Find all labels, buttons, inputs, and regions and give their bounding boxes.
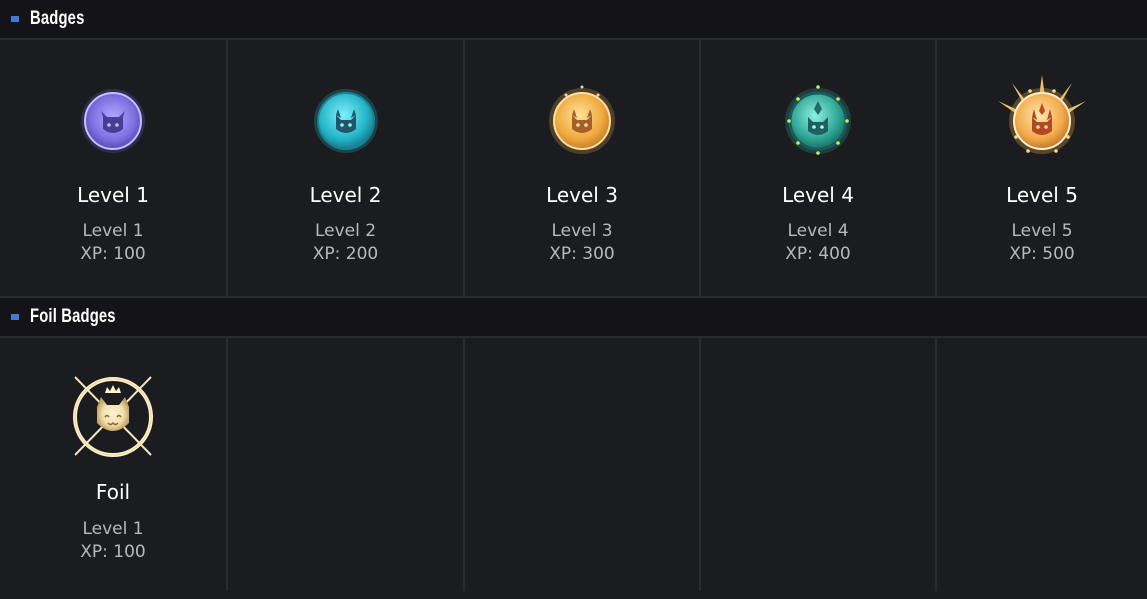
badge-details: Level 1 XP: 100 bbox=[0, 518, 226, 564]
badge-details: Level 1 XP: 100 bbox=[0, 220, 226, 266]
badge-details: Level 3 XP: 300 bbox=[465, 220, 699, 266]
badge-xp: XP: 100 bbox=[80, 542, 146, 562]
badge-card-level-5[interactable]: Level 5 Level 5 XP: 500 bbox=[937, 40, 1147, 298]
badge-card-level-4[interactable]: Level 4 Level 4 XP: 400 bbox=[701, 40, 937, 298]
badge-xp: XP: 100 bbox=[80, 244, 146, 264]
cat-badge-level-5-icon bbox=[992, 71, 1092, 171]
badge-level: Level 1 bbox=[82, 221, 144, 241]
badge-level: Level 2 bbox=[314, 221, 377, 241]
empty-badge-slot bbox=[228, 338, 465, 591]
empty-badge-slot bbox=[465, 338, 701, 591]
badge-card-level-3[interactable]: Level 3 Level 3 XP: 300 bbox=[465, 40, 701, 298]
section-title: Foil Badges bbox=[30, 306, 116, 327]
badge-level: Level 1 bbox=[82, 519, 144, 539]
badge-details: Level 2 XP: 200 bbox=[228, 220, 463, 266]
badge-name: Level 2 bbox=[309, 183, 382, 207]
empty-badge-slot bbox=[937, 338, 1147, 591]
foil-badge-grid: Foil Level 1 XP: 100 bbox=[0, 338, 1147, 591]
cat-badge-level-3-icon bbox=[532, 71, 632, 171]
badge-name: Level 4 bbox=[782, 183, 854, 207]
badge-details: Level 5 XP: 500 bbox=[937, 220, 1147, 266]
badge-card-level-1[interactable]: Level 1 Level 1 XP: 100 bbox=[0, 40, 228, 298]
badge-xp: XP: 500 bbox=[1009, 244, 1075, 264]
section-header-foil-badges: Foil Badges bbox=[0, 298, 1147, 338]
badge-grid: Level 1 Level 1 XP: 100 Level 2 Level 2 … bbox=[0, 40, 1147, 298]
section-header-badges: Badges bbox=[0, 0, 1147, 40]
badge-name: Foil bbox=[95, 480, 131, 504]
badge-level: Level 5 bbox=[1011, 221, 1073, 241]
section-marker bbox=[11, 16, 19, 22]
badge-xp: XP: 400 bbox=[785, 244, 851, 264]
badge-name: Level 5 bbox=[1006, 183, 1078, 207]
section-title: Badges bbox=[30, 8, 85, 29]
cat-badge-level-1-icon bbox=[63, 71, 163, 171]
badge-level: Level 3 bbox=[551, 221, 613, 241]
empty-badge-slot bbox=[701, 338, 937, 591]
badge-card-foil[interactable]: Foil Level 1 XP: 100 bbox=[0, 338, 228, 591]
badge-name: Level 3 bbox=[546, 183, 618, 207]
badge-card-level-2[interactable]: Level 2 Level 2 XP: 200 bbox=[228, 40, 465, 298]
badge-xp: XP: 200 bbox=[312, 244, 379, 264]
badge-details: Level 4 XP: 400 bbox=[701, 220, 935, 266]
badge-level: Level 4 bbox=[787, 221, 849, 241]
cat-badge-level-2-icon bbox=[296, 71, 396, 171]
section-marker bbox=[11, 314, 19, 320]
foil-crown-cat-badge-icon bbox=[63, 367, 163, 467]
badge-xp: XP: 300 bbox=[549, 244, 615, 264]
cat-badge-level-4-icon bbox=[768, 71, 868, 171]
badge-name: Level 1 bbox=[77, 183, 149, 207]
